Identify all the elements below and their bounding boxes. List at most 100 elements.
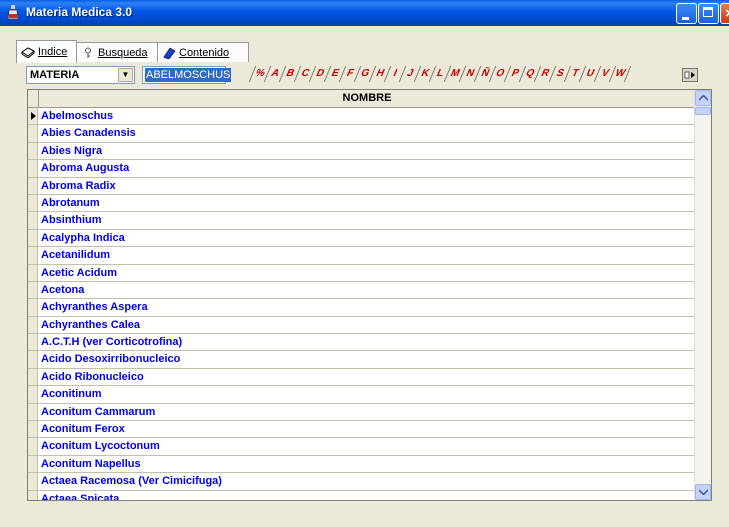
nombre-cell[interactable]: Acido Ribonucleico [41,369,144,385]
table-row[interactable]: Acetic Acidum [28,264,695,282]
table-row[interactable]: Actaea Spicata [28,490,695,500]
column-header-nombre[interactable]: NOMBRE [39,90,695,107]
nombre-cell[interactable]: Achyranthes Aspera [41,299,148,315]
chevron-up-icon [699,95,708,101]
tab-indice[interactable]: Indice [16,40,77,63]
nombre-cell[interactable]: Absinthium [41,212,102,228]
row-indicator[interactable] [28,229,38,247]
nombre-cell[interactable]: Acetic Acidum [41,265,117,281]
table-row[interactable]: Abroma Augusta [28,160,695,178]
close-button[interactable]: × [720,3,729,24]
vertical-scrollbar[interactable] [694,90,711,500]
table-row[interactable]: Abies Nigra [28,142,695,161]
table-row[interactable]: Acetona [28,281,695,300]
row-indicator[interactable] [28,247,38,264]
current-row-indicator[interactable] [28,108,38,125]
table-body: Abelmoschus Abies Canadensis Abies Nigra Ab… [28,108,695,500]
row-indicator[interactable] [28,194,38,212]
scroll-up-button[interactable] [695,90,711,106]
nombre-cell[interactable]: Aconitum Ferox [41,421,125,437]
tab-busqueda-label: Busqueda [98,46,148,59]
nombre-cell[interactable]: Acetona [41,282,84,298]
row-indicator-header [28,90,39,107]
minimize-button[interactable] [676,3,697,24]
letter-index-bar: % A B C D E F G H I J K L M N Ñ O P Q R S T U V W [248,66,636,83]
maximize-button[interactable] [698,3,719,24]
table-row[interactable]: Aconitinum [28,386,695,404]
row-indicator[interactable] [28,125,38,142]
row-indicator[interactable] [28,316,38,334]
row-indicator[interactable] [28,299,38,316]
table-row[interactable]: Absinthium [28,212,695,230]
nombre-cell[interactable]: Acido Desoxirribonucleico [41,351,180,367]
tab-contenido[interactable]: Contenido [157,42,249,62]
table-row[interactable]: Aconitum Napellus [28,455,695,474]
nombre-cell[interactable]: Abroma Augusta [41,160,129,176]
nombre-cell[interactable]: Aconitum Napellus [41,456,141,472]
field-select-value: MATERIA [30,69,80,81]
row-indicator[interactable] [28,264,38,281]
table-row[interactable]: Achyranthes Calea [28,316,695,335]
row-indicator[interactable] [28,142,38,160]
nombre-cell[interactable]: Actaea Racemosa (Ver Cimicifuga) [41,473,222,489]
table-row[interactable]: Abelmoschus [28,108,695,126]
tab-busqueda[interactable]: Busqueda [76,42,158,62]
field-select[interactable]: MATERIA ▼ [26,66,135,84]
scroll-thumb[interactable] [695,107,711,115]
nombre-cell[interactable]: Acalypha Indica [41,230,125,246]
row-indicator[interactable] [28,403,38,421]
search-input[interactable]: ABELMOSCHUS [142,66,232,84]
nombre-cell[interactable]: Aconitum Cammarum [41,404,155,420]
row-indicator[interactable] [28,490,38,500]
materia-table: NOMBRE Abelmoschus Abies Canadensis Abies … [27,89,712,501]
table-row[interactable]: Acido Ribonucleico [28,368,695,387]
row-indicator[interactable] [28,177,38,194]
row-indicator[interactable] [28,281,38,299]
maximize-icon [703,7,713,17]
nombre-cell[interactable]: Abroma Radix [41,178,116,194]
row-indicator[interactable] [28,368,38,386]
table-row[interactable]: Abrotanum [28,194,695,213]
nombre-cell[interactable]: Acetanilidum [41,247,110,263]
app-icon [7,5,19,20]
row-indicator[interactable] [28,421,38,438]
title-bar[interactable]: Materia Medica 3.0 × [0,0,729,26]
row-indicator[interactable] [28,212,38,229]
nombre-cell[interactable]: Actaea Spicata [41,491,119,500]
nombre-cell[interactable]: Aconitinum [41,386,102,402]
nombre-cell[interactable]: A.C.T.H (ver Corticotrofina) [41,334,182,350]
arrow-right-icon [684,71,695,79]
navigation-button[interactable] [682,68,698,82]
nombre-cell[interactable]: Achyranthes Calea [41,317,140,333]
table-row[interactable]: Acetanilidum [28,247,695,265]
nombre-cell[interactable]: Abies Nigra [41,143,102,159]
book-icon [21,47,35,58]
row-indicator[interactable] [28,455,38,473]
window-title: Materia Medica 3.0 [26,5,133,19]
table-row[interactable]: Abies Canadensis [28,125,695,143]
table-row[interactable]: Acido Desoxirribonucleico [28,351,695,369]
table-row[interactable]: Actaea Racemosa (Ver Cimicifuga) [28,473,695,491]
table-row[interactable]: Abroma Radix [28,177,695,195]
row-indicator[interactable] [28,473,38,490]
row-indicator[interactable] [28,386,38,403]
nombre-cell[interactable]: Abrotanum [41,195,100,211]
table-row[interactable]: Aconitum Lycoctonum [28,438,695,456]
nombre-cell[interactable]: Abelmoschus [41,108,113,124]
row-indicator[interactable] [28,438,38,455]
table-row[interactable]: A.C.T.H (ver Corticotrofina) [28,334,695,352]
chevron-down-icon[interactable]: ▼ [118,68,133,82]
nombre-cell[interactable]: Aconitum Lycoctonum [41,438,160,454]
minimize-icon [682,17,689,20]
row-indicator[interactable] [28,351,38,368]
table-row[interactable]: Aconitum Cammarum [28,403,695,422]
nombre-cell[interactable]: Abies Canadensis [41,125,136,141]
scroll-down-button[interactable] [695,484,711,500]
tab-indice-label: Indice [38,46,68,58]
table-header: NOMBRE [28,90,695,108]
table-row[interactable]: Aconitum Ferox [28,421,695,439]
table-row[interactable]: Achyranthes Aspera [28,299,695,317]
table-row[interactable]: Acalypha Indica [28,229,695,248]
row-indicator[interactable] [28,334,38,351]
row-indicator[interactable] [28,160,38,177]
